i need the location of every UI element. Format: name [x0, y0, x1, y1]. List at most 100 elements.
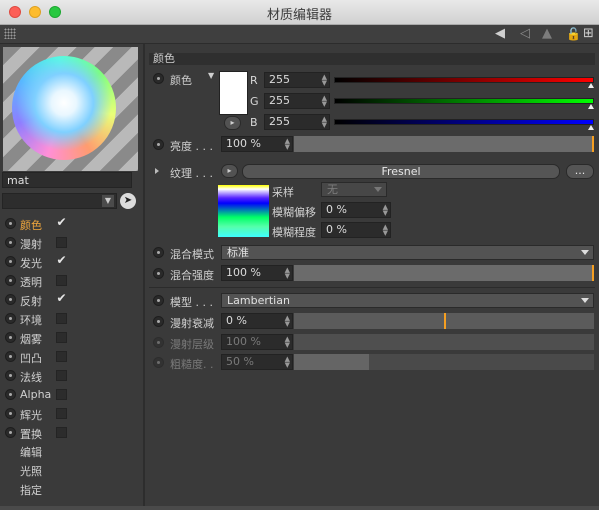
stepper-icon[interactable]: ▲ ▼ [285, 356, 290, 369]
diffuse-falloff-slider-handle[interactable] [444, 313, 446, 329]
stepper-icon[interactable]: ▲ ▼ [322, 95, 327, 108]
stepper-icon[interactable]: ▲ ▼ [383, 224, 388, 237]
channel-item-diffusion[interactable]: 漫射 [0, 233, 143, 252]
stepper-icon[interactable]: ▲ ▼ [322, 74, 327, 87]
roughness-slider[interactable] [294, 354, 594, 370]
diffuse-falloff-radio[interactable] [153, 316, 164, 327]
channel-checkbox[interactable]: ✔ [56, 216, 67, 229]
blend-mode-radio[interactable] [153, 247, 164, 258]
model-dropdown[interactable]: Lambertian [221, 293, 594, 308]
brightness-value-field[interactable]: 100 % ▲ ▼ [221, 136, 293, 152]
expand-color-button[interactable]: ▸ [224, 116, 241, 130]
up-arrow-icon[interactable]: ▲ [542, 26, 552, 42]
stepper-icon[interactable]: ▲ ▼ [383, 204, 388, 217]
channel-radio[interactable] [5, 370, 16, 381]
color-mode-chevron-icon[interactable]: ▼ [208, 71, 214, 80]
blur-scale-field[interactable]: 0 % ▲ ▼ [321, 222, 391, 238]
red-value-field[interactable]: 255 ▲ ▼ [264, 72, 330, 88]
color-swatch[interactable] [219, 71, 248, 115]
channel-item-luminance[interactable]: 发光 ✔ [0, 252, 143, 271]
channel-checkbox[interactable] [56, 408, 67, 419]
diffuse-level-slider[interactable] [294, 334, 594, 350]
green-slider[interactable] [334, 98, 594, 104]
color-radio[interactable] [153, 73, 164, 84]
channel-radio[interactable] [5, 351, 16, 362]
channel-item-displacement[interactable]: 置换 [0, 423, 143, 442]
channel-checkbox[interactable]: ✔ [56, 292, 67, 305]
green-value-field[interactable]: 255 ▲ ▼ [264, 93, 330, 109]
channel-item-reflection[interactable]: 反射 ✔ [0, 290, 143, 309]
channel-item-glow[interactable]: 辉光 [0, 404, 143, 423]
channel-item-alpha[interactable]: Alpha [0, 385, 143, 404]
nav-item-illumination[interactable]: 光照 [20, 463, 42, 479]
new-panel-icon[interactable]: ⊞ [583, 26, 594, 42]
blend-strength-slider[interactable] [294, 265, 594, 281]
blend-mode-dropdown[interactable]: 标准 [221, 245, 594, 260]
stepper-icon[interactable]: ▲ ▼ [285, 336, 290, 349]
diffuse-level-field[interactable]: 100 % ▲ ▼ [221, 334, 293, 350]
back-arrow-icon[interactable]: ◀ [495, 26, 505, 42]
material-preview[interactable] [3, 47, 138, 171]
green-slider-handle[interactable] [588, 104, 594, 109]
nav-item-assignment[interactable]: 指定 [20, 482, 42, 498]
shader-button[interactable]: Fresnel [242, 164, 560, 179]
channel-radio[interactable] [5, 427, 16, 438]
channel-item-fog[interactable]: 烟雾 [0, 328, 143, 347]
sampling-dropdown[interactable]: 无 [321, 182, 387, 197]
channel-item-environment[interactable]: 环境 [0, 309, 143, 328]
blur-offset-field[interactable]: 0 % ▲ ▼ [321, 202, 391, 218]
diffuse-level-radio[interactable] [153, 337, 164, 348]
texture-menu-button[interactable]: ▸ [221, 164, 238, 178]
channel-radio[interactable] [5, 408, 16, 419]
stepper-icon[interactable]: ▲ ▼ [285, 267, 290, 280]
brightness-radio[interactable] [153, 139, 164, 150]
channel-radio[interactable] [5, 275, 16, 286]
blue-slider[interactable] [334, 119, 594, 125]
channel-checkbox[interactable]: ✔ [56, 254, 67, 267]
diffuse-falloff-field[interactable]: 0 % ▲ ▼ [221, 313, 293, 329]
channel-checkbox[interactable] [56, 313, 67, 324]
roughness-field[interactable]: 50 % ▲ ▼ [221, 354, 293, 370]
channel-radio[interactable] [5, 294, 16, 305]
channel-item-bump[interactable]: 凹凸 [0, 347, 143, 366]
blend-strength-slider-handle[interactable] [592, 265, 594, 281]
texture-more-button[interactable]: ... [566, 164, 594, 179]
red-slider[interactable] [334, 77, 594, 83]
red-slider-handle[interactable] [588, 83, 594, 88]
material-name-field[interactable]: mat [2, 172, 132, 188]
channel-radio[interactable] [5, 313, 16, 324]
stepper-icon[interactable]: ▲ ▼ [322, 116, 327, 129]
channel-radio[interactable] [5, 332, 16, 343]
lock-icon[interactable]: 🔓 [566, 26, 581, 42]
brightness-slider-handle[interactable] [592, 136, 594, 152]
diffuse-falloff-slider[interactable] [294, 313, 594, 329]
texture-expand-icon[interactable] [155, 168, 159, 174]
stepper-icon[interactable]: ▲ ▼ [285, 315, 290, 328]
blue-value-field[interactable]: 255 ▲ ▼ [264, 114, 330, 130]
pick-object-arrow-icon[interactable]: ➤ [120, 193, 136, 209]
channel-checkbox[interactable] [56, 351, 67, 362]
forward-arrow-icon[interactable]: ◁ [520, 26, 530, 42]
panel-grip-icon[interactable] [4, 28, 16, 39]
roughness-radio[interactable] [153, 357, 164, 368]
channel-radio[interactable] [5, 389, 16, 400]
model-radio[interactable] [153, 295, 164, 306]
blue-slider-handle[interactable] [588, 125, 594, 130]
channel-radio[interactable] [5, 218, 16, 229]
channel-item-normal[interactable]: 法线 [0, 366, 143, 385]
chevron-down-icon[interactable]: ▼ [102, 195, 114, 207]
blend-strength-field[interactable]: 100 % ▲ ▼ [221, 265, 293, 281]
channel-item-color[interactable]: 颜色 ✔ [0, 214, 143, 233]
channel-checkbox[interactable] [56, 389, 67, 400]
channel-radio[interactable] [5, 237, 16, 248]
channel-checkbox[interactable] [56, 275, 67, 286]
blend-strength-radio[interactable] [153, 268, 164, 279]
nav-item-edit[interactable]: 编辑 [20, 444, 42, 460]
channel-checkbox[interactable] [56, 237, 67, 248]
brightness-slider[interactable] [294, 136, 594, 152]
channel-checkbox[interactable] [56, 332, 67, 343]
channel-checkbox[interactable] [56, 427, 67, 438]
channel-radio[interactable] [5, 256, 16, 267]
stepper-icon[interactable]: ▲ ▼ [285, 138, 290, 151]
material-link-field[interactable]: ▼ [2, 193, 117, 209]
